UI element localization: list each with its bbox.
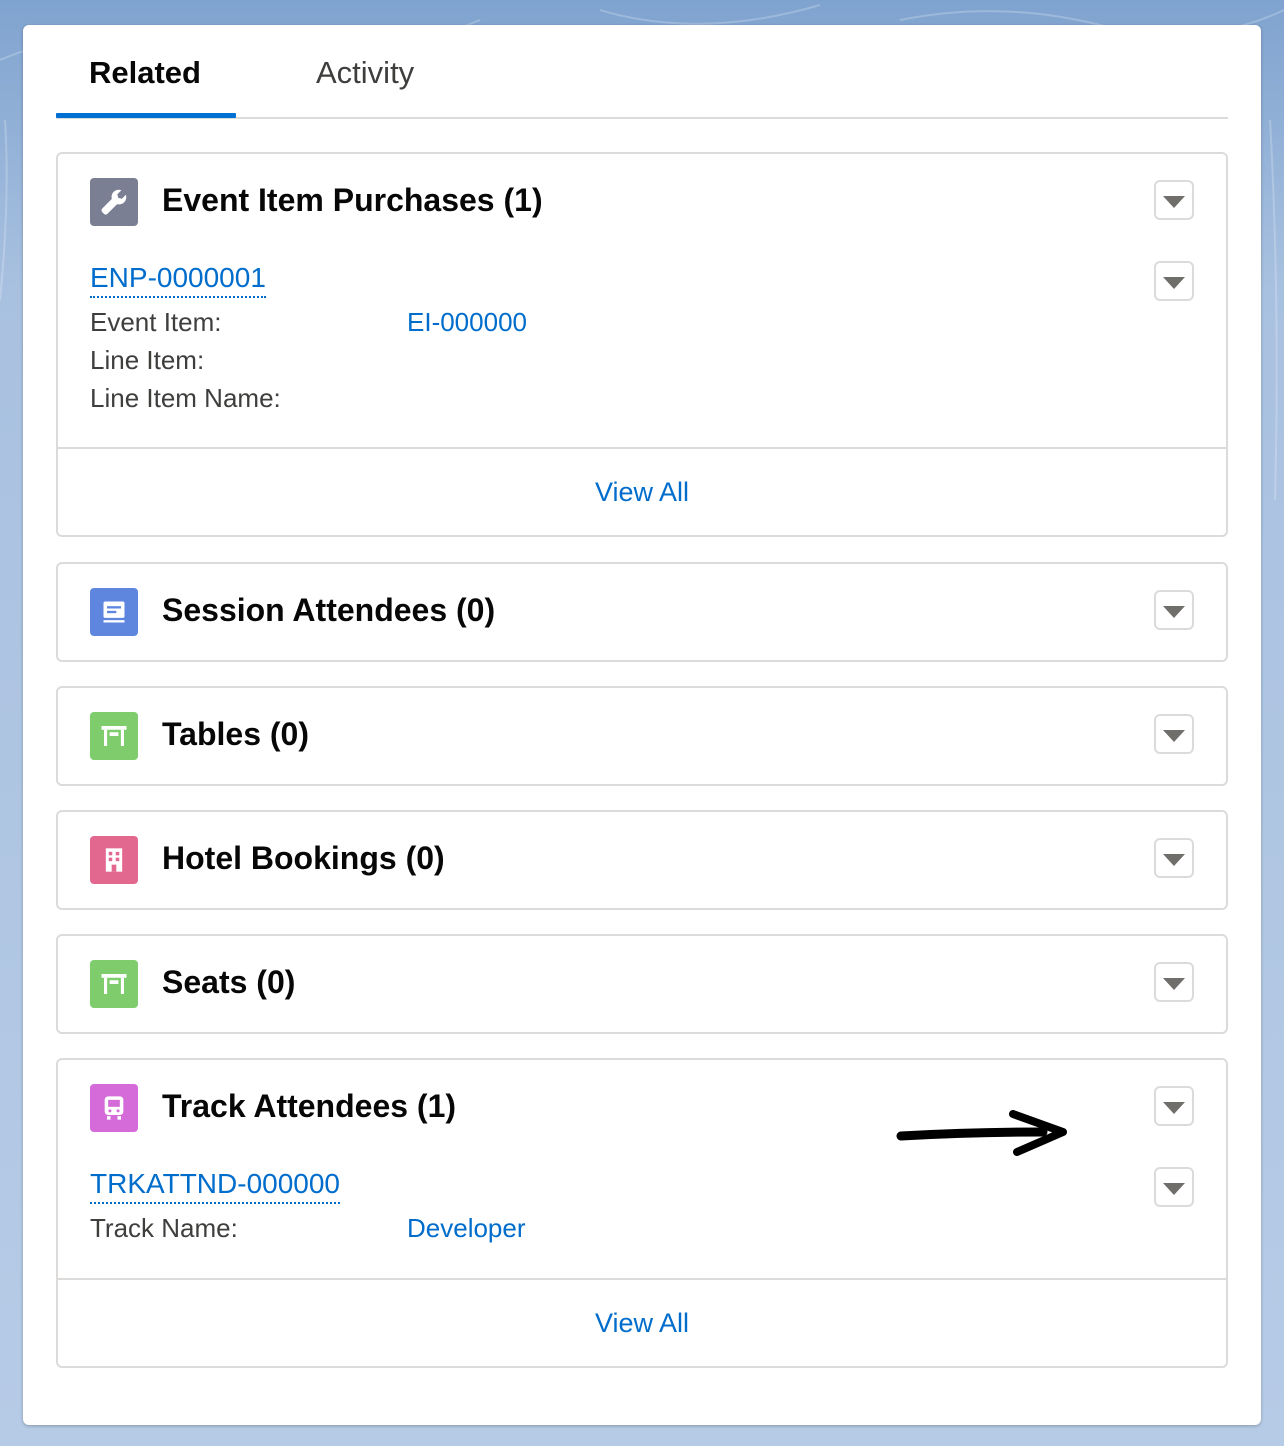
session-icon (90, 588, 138, 636)
card-seats: Seats (0) (56, 934, 1228, 1034)
tab-activity[interactable]: Activity (316, 55, 414, 91)
card-title[interactable]: Seats (0) (162, 964, 295, 1001)
annotation-arrow-icon (896, 1110, 1067, 1156)
chevron-down-icon (1163, 1101, 1185, 1114)
seat-icon (90, 960, 138, 1008)
record-menu-button[interactable] (1154, 1167, 1194, 1207)
card-track-attendees: Track Attendees (1) TRKATTND-000000 Trac… (56, 1058, 1228, 1368)
card-menu-button[interactable] (1154, 838, 1194, 878)
hotel-icon (90, 836, 138, 884)
view-all-link[interactable]: View All (595, 477, 689, 508)
field-label: Line Item: (90, 345, 205, 375)
card-menu-button[interactable] (1154, 962, 1194, 1002)
tab-related[interactable]: Related (89, 55, 201, 91)
active-tab-indicator (56, 113, 236, 118)
card-footer: View All (58, 447, 1226, 535)
card-menu-button[interactable] (1154, 714, 1194, 754)
card-tables: Tables (0) (56, 686, 1228, 786)
tab-bar: Related Activity (56, 25, 1228, 119)
card-menu-button[interactable] (1154, 590, 1194, 630)
card-title[interactable]: Session Attendees (0) (162, 592, 495, 629)
chevron-down-icon (1163, 729, 1185, 742)
card-hotel-bookings: Hotel Bookings (0) (56, 810, 1228, 910)
field-label: Line Item Name: (90, 383, 281, 413)
card-title[interactable]: Track Attendees (1) (162, 1088, 456, 1125)
wrench-icon (90, 178, 138, 226)
chevron-down-icon (1163, 605, 1185, 618)
view-all-link[interactable]: View All (595, 1308, 689, 1339)
chevron-down-icon (1163, 1182, 1185, 1195)
card-footer: View All (58, 1278, 1226, 1366)
chevron-down-icon (1163, 195, 1185, 208)
card-menu-button[interactable] (1154, 1086, 1194, 1126)
track-icon (90, 1084, 138, 1132)
card-title[interactable]: Tables (0) (162, 716, 309, 753)
card-event-item-purchases: Event Item Purchases (1) ENP-0000001 Eve… (56, 152, 1228, 537)
record-menu-button[interactable] (1154, 261, 1194, 301)
card-title[interactable]: Event Item Purchases (1) (162, 182, 543, 219)
field-value-link[interactable]: EI-000000 (407, 307, 527, 338)
record-link[interactable]: TRKATTND-000000 (90, 1168, 341, 1204)
table-icon (90, 712, 138, 760)
chevron-down-icon (1163, 276, 1185, 289)
card-session-attendees: Session Attendees (0) (56, 562, 1228, 662)
card-title[interactable]: Hotel Bookings (0) (162, 840, 445, 877)
chevron-down-icon (1163, 977, 1185, 990)
related-panel: Related Activity Event Item Purchases (1… (23, 25, 1261, 1425)
card-menu-button[interactable] (1154, 180, 1194, 220)
field-value-link[interactable]: Developer (407, 1213, 526, 1244)
field-label: Event Item: (90, 307, 222, 337)
field-label: Track Name: (90, 1213, 238, 1243)
chevron-down-icon (1163, 853, 1185, 866)
record-link[interactable]: ENP-0000001 (90, 262, 266, 298)
